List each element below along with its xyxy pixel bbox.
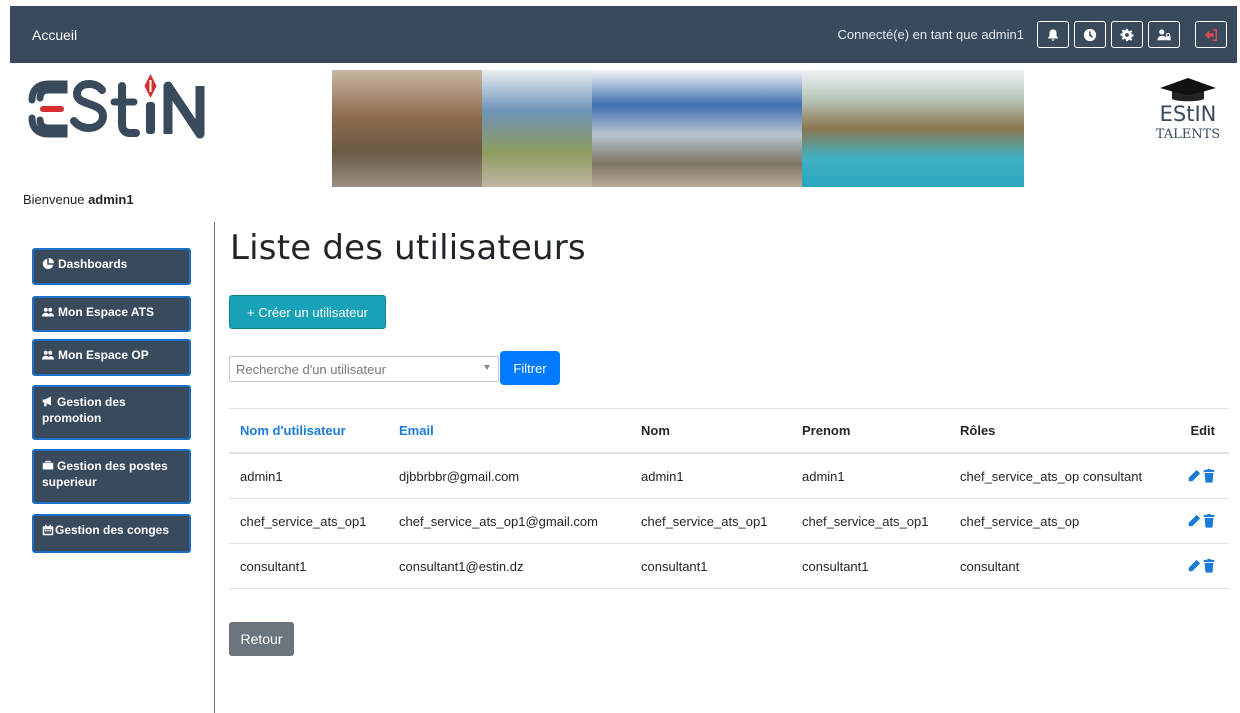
back-button[interactable]: Retour: [229, 622, 294, 656]
users-icon: [42, 307, 54, 317]
column-header-email[interactable]: Email: [388, 409, 630, 452]
pencil-icon[interactable]: [1187, 559, 1201, 573]
settings-button[interactable]: [1111, 21, 1143, 48]
row-actions: [1187, 514, 1215, 528]
user-lock-icon: [1157, 28, 1171, 40]
cell-edit: [1179, 544, 1229, 588]
table-row: chef_service_ats_op1 chef_service_ats_op…: [229, 499, 1229, 544]
cell-roles: chef_service_ats_op: [960, 513, 1080, 529]
sidebar-item-label: Gestion des promotion: [42, 395, 126, 425]
briefcase-icon: [42, 460, 54, 470]
cell-prenom: consultant1: [802, 558, 869, 574]
cell-email: chef_service_ats_op1@gmail.com: [399, 513, 598, 529]
home-link[interactable]: Accueil: [32, 27, 77, 43]
cell-prenom: chef_service_ats_op1: [802, 513, 929, 529]
sign-out-icon: [1204, 28, 1217, 41]
campus-banner: [332, 70, 1024, 187]
welcome-prefix: Bienvenue: [23, 192, 85, 207]
trash-icon[interactable]: [1203, 469, 1215, 483]
notifications-button[interactable]: [1037, 21, 1069, 48]
sidebar-item-label: Gestion des postes superieur: [42, 459, 168, 489]
column-header-nom: Nom: [641, 423, 670, 438]
users-table: Nom d'utilisateur Email Nom Prenom Rôles…: [229, 408, 1229, 589]
welcome-text: Bienvenue admin1: [23, 192, 134, 207]
column-header-roles: Rôles: [960, 423, 996, 438]
logout-button[interactable]: [1195, 21, 1227, 48]
row-actions: [1187, 469, 1215, 483]
history-button[interactable]: [1074, 21, 1106, 48]
sidebar-item-content: Gestion des promotion: [42, 393, 181, 426]
user-admin-button[interactable]: [1148, 21, 1180, 48]
pencil-icon[interactable]: [1187, 514, 1201, 528]
chevron-down-icon: [484, 365, 490, 370]
cell-roles: consultant: [960, 558, 1020, 574]
user-search-select[interactable]: Recherche d'un utilisateur: [229, 356, 499, 382]
filter-button[interactable]: Filtrer: [500, 351, 560, 385]
pencil-icon[interactable]: [1187, 469, 1201, 483]
sidebar-item-dashboards[interactable]: Dashboards: [32, 248, 191, 285]
talents-logo-subtitle: TALENTS: [1156, 127, 1220, 142]
logged-in-status: Connecté(e) en tant que admin1: [837, 27, 1024, 42]
chart-pie-icon: [42, 258, 54, 270]
table-header-row: Nom d'utilisateur Email Nom Prenom Rôles…: [229, 409, 1229, 454]
banner-photo-coast: [802, 70, 1024, 187]
cell-edit: [1179, 454, 1229, 498]
cell-prenom: admin1: [802, 468, 845, 484]
gear-icon: [1120, 28, 1134, 41]
trash-icon[interactable]: [1203, 514, 1215, 528]
sidebar-item-label: Dashboards: [58, 257, 128, 271]
sidebar-item-mon-espace-op[interactable]: Mon Espace OP: [32, 339, 191, 376]
estin-logo[interactable]: [28, 72, 208, 142]
trash-icon[interactable]: [1203, 559, 1215, 573]
users-icon: [42, 350, 54, 360]
talents-logo-word: EStIN: [1160, 102, 1217, 126]
cell-email: consultant1@estin.dz: [399, 558, 524, 574]
search-placeholder: Recherche d'un utilisateur: [236, 361, 386, 377]
sidebar-item-mon-espace-ats[interactable]: Mon Espace ATS: [32, 296, 191, 332]
cell-roles: chef_service_ats_op consultant: [960, 468, 1143, 484]
row-actions: [1187, 559, 1215, 573]
cell-nom: admin1: [641, 468, 684, 484]
cell-username: admin1: [240, 468, 283, 484]
calendar-icon: [42, 524, 54, 536]
sidebar-item-label: Mon Espace ATS: [58, 305, 155, 319]
banner-photo-facade: [592, 70, 802, 187]
top-navbar: Accueil Connecté(e) en tant que admin1: [10, 6, 1237, 63]
column-header-prenom: Prenom: [802, 423, 851, 438]
table-row: consultant1 consultant1@estin.dz consult…: [229, 544, 1229, 589]
sidebar-item-label: Mon Espace OP: [58, 348, 149, 362]
navbar-right: Connecté(e) en tant que admin1: [838, 21, 1227, 48]
create-user-button[interactable]: + Créer un utilisateur: [229, 295, 386, 329]
sidebar-item-gestion-promotion[interactable]: Gestion des promotion: [32, 385, 191, 440]
sidebar-item-gestion-conges[interactable]: Gestion des conges: [32, 514, 191, 553]
welcome-username: admin1: [88, 192, 134, 207]
estin-talents-logo[interactable]: EStIN TALENTS: [1148, 74, 1228, 154]
cell-email: djbbrbbr@gmail.com: [399, 468, 520, 484]
sidebar-item-gestion-postes[interactable]: Gestion des postes superieur: [32, 449, 191, 504]
column-header-username[interactable]: Nom d'utilisateur: [229, 409, 388, 452]
sidebar-divider: [214, 222, 215, 713]
cell-username: chef_service_ats_op1: [240, 513, 367, 529]
page-title: Liste des utilisateurs: [230, 228, 586, 268]
sidebar-item-content: Gestion des postes superieur: [42, 457, 181, 490]
table-row: admin1 djbbrbbr@gmail.com admin1 admin1 …: [229, 454, 1229, 499]
bullhorn-icon: [42, 396, 51, 407]
column-header-edit: Edit: [1190, 423, 1215, 438]
bell-icon: [1048, 28, 1058, 41]
cell-username: consultant1: [240, 558, 307, 574]
sidebar-item-label: Gestion des conges: [55, 523, 170, 537]
cell-nom: chef_service_ats_op1: [641, 513, 768, 529]
banner-photo-building: [332, 70, 482, 187]
clock-icon: [1083, 28, 1097, 41]
cell-nom: consultant1: [641, 558, 708, 574]
banner-photo-campus: [482, 70, 592, 187]
cell-edit: [1179, 499, 1229, 543]
